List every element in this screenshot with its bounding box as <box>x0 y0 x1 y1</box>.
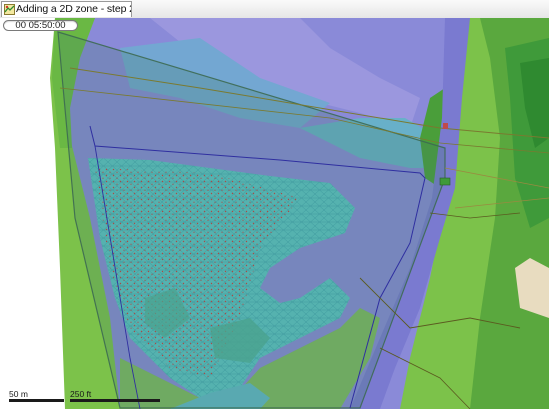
scale-metric-label: 50 m <box>9 389 28 399</box>
tab-label: Adding a 2D zone - step 2 completed <box>16 3 131 15</box>
tab-bar: Adding a 2D zone - step 2 completed <box>0 0 549 19</box>
simulation-time-display[interactable]: 00 05:50:00 <box>3 20 78 31</box>
tab-adding-2d-zone[interactable]: Adding a 2D zone - step 2 completed <box>1 1 132 17</box>
map-window-icon <box>4 4 15 15</box>
scale-bar-imperial <box>70 399 160 402</box>
terrain-map <box>0 18 549 409</box>
simulation-time-text: 00 05:50:00 <box>15 20 66 31</box>
map-canvas[interactable]: 00 05:50:00 50 m 250 ft <box>0 18 549 409</box>
scale-bar-metric <box>9 399 64 402</box>
scale-imperial-label: 250 ft <box>70 389 92 399</box>
